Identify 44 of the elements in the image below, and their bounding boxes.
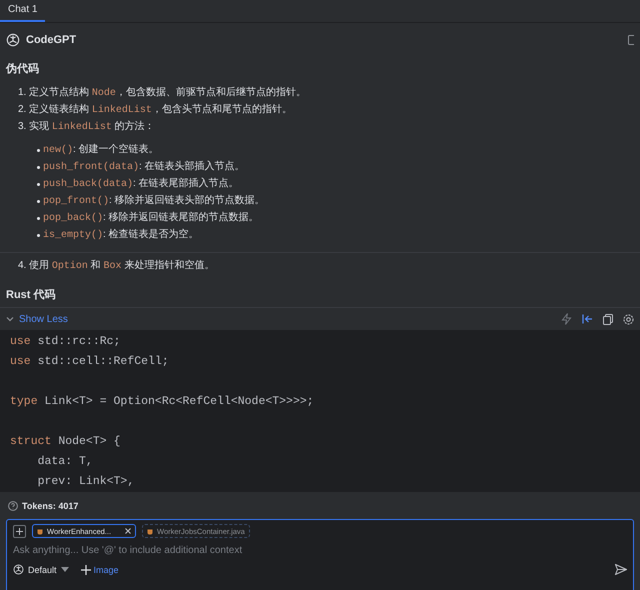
bullet-icon — [37, 216, 40, 220]
lightning-icon[interactable] — [561, 313, 572, 325]
logo-icon — [13, 564, 24, 575]
add-file-button[interactable] — [13, 524, 26, 538]
chevron-icon — [6, 315, 14, 323]
list-item: 2. 定义链表结构 LinkedList，包含头节点和尾节点的指针。 — [18, 103, 293, 117]
chat-tab[interactable]: Chat 1 — [0, 0, 46, 22]
list-item: pop_back(): 移除并返回链表尾部的节点数据。 — [43, 211, 259, 225]
send-icon[interactable] — [615, 564, 627, 575]
author-name: CodeGPT — [26, 34, 76, 46]
section-heading: 伪代码 — [4, 62, 40, 77]
logo-icon — [6, 33, 20, 47]
list-item: new(): 创建一个空链表。 — [43, 143, 159, 157]
bullet-icon — [37, 148, 40, 152]
close-icon[interactable] — [125, 528, 131, 534]
list-item: 1. 定义节点结构 Node，包含数据、前驱节点和后继节点的指针。 — [18, 86, 307, 100]
section-heading: Rust 代码 — [5, 288, 56, 303]
list-item: 4. 使用 Option 和 Box 来处理指针和空值。 — [18, 259, 216, 273]
token-count: Tokens: 4017 — [22, 501, 78, 511]
list-item: is_empty(): 检查链表是否为空。 — [43, 228, 199, 242]
message-input[interactable]: Ask anything... Use '@' to include additional context — [13, 545, 627, 556]
model-dropdown[interactable]: Default — [13, 564, 69, 575]
insert-icon[interactable] — [582, 314, 593, 324]
list-item: push_back(data): 在链表尾部插入节点。 — [43, 177, 239, 191]
bullet-icon — [37, 234, 40, 236]
code-line: data: T, — [36, 454, 94, 470]
show-less-toggle[interactable]: Show Less — [6, 314, 68, 324]
list-item: push_front(data): 在链表头部插入节点。 — [43, 160, 245, 174]
add-image-button[interactable]: Image — [80, 564, 119, 574]
bullet-icon — [37, 182, 40, 186]
code-line: use std::cell::RefCell; — [10, 354, 170, 370]
bullet-icon — [37, 200, 40, 202]
code-line: type Link<T> = Option<Rc<RefCell<Node<T>>>>; — [10, 394, 315, 410]
code-line: use std::rc::Rc; — [10, 334, 122, 350]
code-line: struct Node<T> { — [10, 434, 122, 450]
list-item: 3. 实现 LinkedList 的方法： — [18, 120, 156, 134]
code-line: prev: Link<T>, — [36, 474, 136, 490]
help-icon[interactable] — [8, 501, 18, 511]
plus-icon — [80, 564, 91, 574]
list-item: pop_front(): 移除并返回链表头部的节点数据。 — [43, 194, 265, 208]
plus-icon — [16, 528, 23, 534]
bullet-icon — [37, 166, 40, 168]
dropdown-arrow-icon — [60, 567, 69, 572]
settings-icon[interactable] — [623, 314, 634, 324]
